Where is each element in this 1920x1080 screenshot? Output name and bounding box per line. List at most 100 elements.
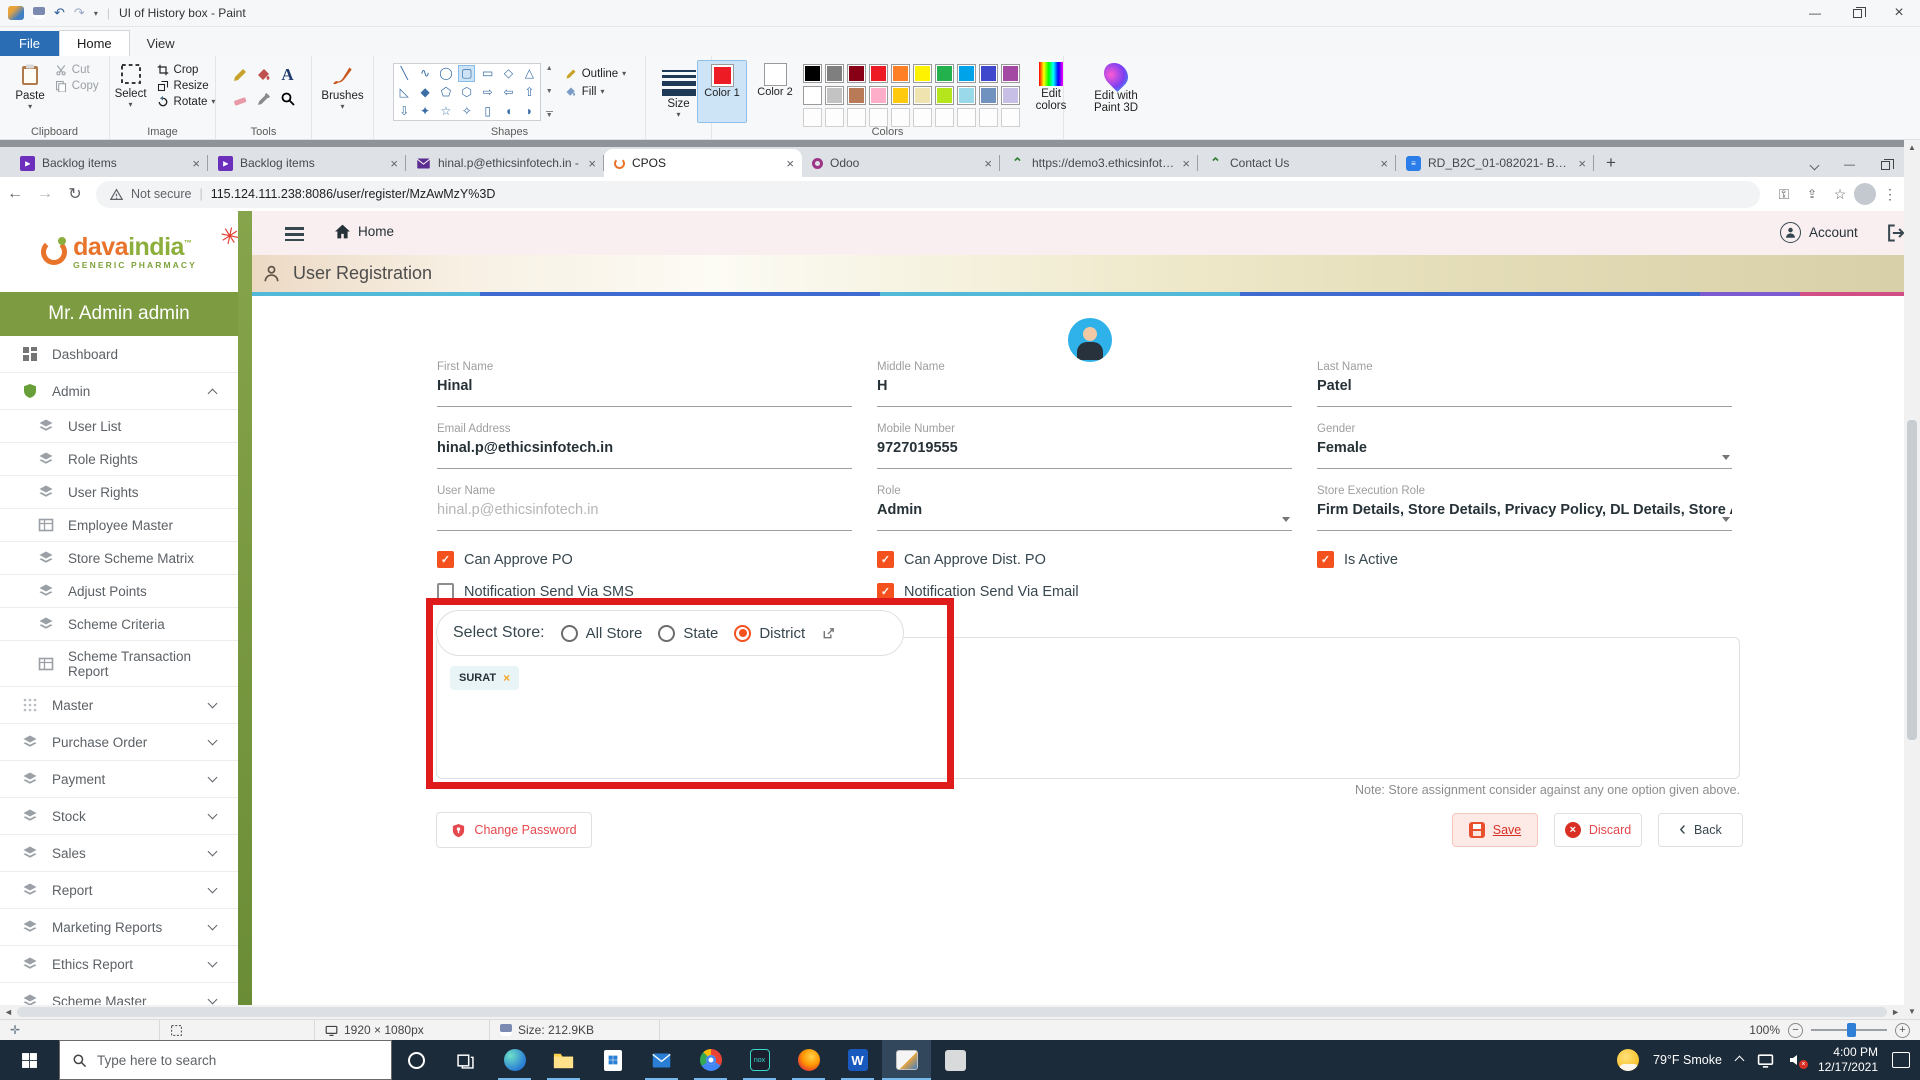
gender-select[interactable]: Gender Female (1317, 423, 1732, 469)
eraser-tool[interactable] (229, 88, 251, 110)
palette-color[interactable] (913, 64, 932, 83)
close-button[interactable]: × (1878, 0, 1920, 27)
shape-triangle-icon[interactable]: △ (521, 65, 538, 82)
field-value[interactable]: hinal.p@ethicsinfotech.in (437, 440, 852, 456)
palette-color[interactable] (825, 86, 844, 105)
account-menu[interactable]: Account (1780, 222, 1858, 243)
field-value[interactable]: Firm Details, Store Details, Privacy Pol… (1317, 502, 1732, 518)
paint-vertical-scrollbar[interactable]: ▲ ▼ (1904, 140, 1920, 1019)
taskbar-nox[interactable]: nox (735, 1040, 784, 1080)
shapes-scroll-down-icon[interactable]: ▼ (546, 88, 553, 95)
shape-curve-icon[interactable]: ∿ (417, 65, 434, 82)
shapes-expand-icon[interactable]: ▼ (546, 111, 553, 119)
shape-rounded-rect-icon[interactable]: ▭ (479, 65, 496, 82)
color-picker-tool[interactable] (253, 88, 275, 110)
palette-empty-slot[interactable] (913, 108, 932, 127)
rotate-button[interactable]: Rotate▾ (156, 96, 216, 108)
tab-close-icon[interactable]: × (984, 156, 992, 171)
network-icon[interactable] (1757, 1052, 1774, 1069)
field-value[interactable]: 9727019555 (877, 440, 1292, 456)
taskbar-file-explorer[interactable] (539, 1040, 588, 1080)
checkbox-unchecked-icon[interactable] (437, 583, 454, 600)
shapes-grid[interactable]: ╲ ∿ ◯ ▢ ▭ ◇ △ ◺ ◆ ⬠ ⬡ ⇨ ⇦ ⇧ ⇩ ✦ ☆ ✧ ▯ ◖ (393, 63, 541, 121)
shape-star4-icon[interactable]: ✦ (417, 102, 434, 119)
color2-button[interactable]: Color 2 (751, 60, 799, 123)
sidebar-item-dashboard[interactable]: Dashboard (0, 336, 238, 373)
password-key-icon[interactable]: ⚿ (1770, 186, 1798, 203)
checkbox-checked-icon[interactable]: ✓ (877, 551, 894, 568)
brushes-button[interactable]: Brushes ▾ (316, 60, 368, 123)
palette-empty-slot[interactable] (891, 108, 910, 127)
sidebar-item-scheme-master[interactable]: Scheme Master (0, 983, 238, 1005)
scroll-down-icon[interactable]: ▼ (1908, 1007, 1916, 1016)
tab-home[interactable]: Home (59, 30, 130, 56)
email-field[interactable]: Email Address hinal.p@ethicsinfotech.in (437, 423, 852, 469)
notification-email-checkbox[interactable]: ✓ Notification Send Via Email (877, 583, 1079, 600)
restore-button[interactable] (1836, 0, 1878, 27)
palette-color[interactable] (979, 64, 998, 83)
zoom-in-button[interactable]: + (1895, 1023, 1910, 1038)
browser-tab[interactable]: hinal.p@ethicsinfotech.in - × (406, 149, 604, 177)
store-tag-surat[interactable]: SURAT × (450, 666, 519, 690)
shape-callout-cloud-icon[interactable]: ◗ (521, 102, 538, 119)
can-approve-dist-po-checkbox[interactable]: ✓ Can Approve Dist. PO (877, 551, 1046, 568)
zoom-slider[interactable] (1811, 1029, 1887, 1031)
minimize-button[interactable]: — (1794, 0, 1836, 27)
palette-empty-slot[interactable] (979, 108, 998, 127)
field-value[interactable]: H (877, 378, 1292, 394)
fill-tool[interactable] (253, 64, 275, 86)
home-link[interactable]: Home (334, 223, 394, 240)
palette-empty-slot[interactable] (803, 108, 822, 127)
field-value[interactable]: Admin (877, 502, 1292, 518)
bookmark-star-icon[interactable]: ☆ (1826, 186, 1854, 203)
sidebar-item-report[interactable]: Report (0, 872, 238, 909)
tab-close-icon[interactable]: × (1182, 156, 1190, 171)
role-select[interactable]: Role Admin (877, 485, 1292, 531)
is-active-checkbox[interactable]: ✓ Is Active (1317, 551, 1398, 568)
dropdown-arrow-icon[interactable] (1722, 517, 1730, 522)
size-button[interactable]: Size ▾ (657, 60, 701, 123)
tray-expand-chevron-icon[interactable] (1734, 1055, 1744, 1065)
tab-close-icon[interactable]: × (1578, 156, 1586, 171)
save-button[interactable]: Save (1452, 813, 1538, 847)
taskbar-mail[interactable] (637, 1040, 686, 1080)
palette-color[interactable] (847, 86, 866, 105)
tab-close-icon[interactable]: × (192, 156, 200, 171)
palette-empty-slot[interactable] (847, 108, 866, 127)
tab-file[interactable]: File (0, 31, 59, 56)
text-tool[interactable]: A (277, 64, 299, 86)
resize-button[interactable]: Resize (156, 80, 216, 92)
shape-line-icon[interactable]: ╲ (396, 65, 413, 82)
h-scroll-thumb[interactable] (17, 1007, 1887, 1017)
middle-name-field[interactable]: Middle Name H (877, 361, 1292, 407)
action-center-icon[interactable] (1892, 1052, 1910, 1068)
taskbar-clock[interactable]: 4:00 PM 12/17/2021 (1818, 1045, 1878, 1075)
palette-color[interactable] (891, 64, 910, 83)
sidebar-item-admin[interactable]: Admin (0, 373, 238, 410)
taskbar-edge[interactable] (490, 1040, 539, 1080)
dropdown-arrow-icon[interactable] (1722, 455, 1730, 460)
notification-sms-checkbox[interactable]: Notification Send Via SMS (437, 583, 634, 600)
radio-selected-icon[interactable] (734, 625, 751, 642)
sidebar-item-adjust-points[interactable]: Adjust Points (0, 575, 238, 608)
undo-icon[interactable]: ↶ (54, 5, 65, 21)
palette-color[interactable] (803, 64, 822, 83)
palette-color[interactable] (1001, 86, 1020, 105)
palette-color[interactable] (957, 64, 976, 83)
tab-view[interactable]: View (130, 31, 192, 56)
radio-district[interactable]: District (734, 625, 805, 642)
store-assignment-box[interactable] (436, 637, 1740, 779)
v-scroll-thumb[interactable] (1907, 420, 1917, 740)
select-button[interactable]: Select ▾ (110, 60, 152, 123)
field-value[interactable]: Female (1317, 440, 1732, 456)
open-store-picker-icon[interactable] (821, 626, 836, 641)
sidebar-item-scheme-transaction-report[interactable]: Scheme Transaction Report (0, 641, 238, 687)
palette-color[interactable] (869, 86, 888, 105)
start-button[interactable] (0, 1040, 59, 1080)
sidebar-item-user-rights[interactable]: User Rights (0, 476, 238, 509)
sidebar-item-ethics-report[interactable]: Ethics Report (0, 946, 238, 983)
field-value[interactable]: Hinal (437, 378, 852, 394)
outline-button[interactable]: Outline▾ (564, 68, 626, 80)
palette-color[interactable] (1001, 64, 1020, 83)
scroll-right-icon[interactable]: ► (1891, 1007, 1900, 1017)
